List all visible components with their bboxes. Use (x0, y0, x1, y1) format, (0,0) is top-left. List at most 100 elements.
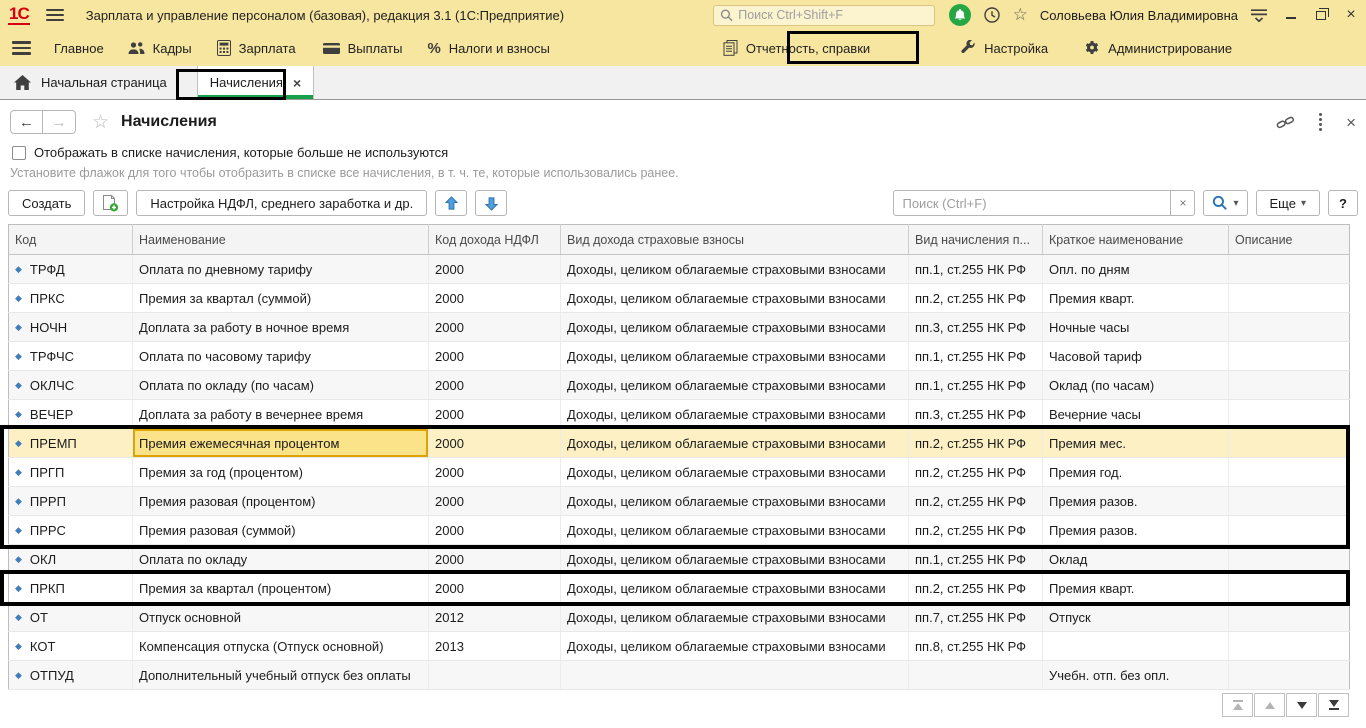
cell-ndfl-code[interactable]: 2000 (429, 342, 561, 371)
cell-ndfl-code[interactable]: 2000 (429, 487, 561, 516)
cell-description[interactable] (1229, 429, 1350, 458)
table-row[interactable]: ◆ОТПУД Дополнительный учебный отпуск без… (9, 661, 1350, 690)
menu-item-main[interactable]: Главное (54, 41, 104, 56)
cell-accrual-kind[interactable]: пп.2, ст.255 НК РФ (909, 429, 1043, 458)
table-row[interactable]: ◆ПРРП Премия разовая (процентом) 2000 До… (9, 487, 1350, 516)
cell-accrual-kind[interactable]: пп.2, ст.255 НК РФ (909, 574, 1043, 603)
history-button[interactable] (983, 6, 1001, 24)
cell-accrual-kind[interactable]: пп.3, ст.255 НК РФ (909, 313, 1043, 342)
table-row[interactable]: ◆ПРКП Премия за квартал (процентом) 2000… (9, 574, 1350, 603)
menu-item-reports[interactable]: Отчетность, справки (723, 40, 870, 56)
form-more-icon[interactable] (1317, 111, 1324, 133)
cell-insurance-income[interactable]: Доходы, целиком облагаемые страховыми вз… (561, 574, 909, 603)
window-close-button[interactable]: × (1344, 7, 1358, 23)
global-search[interactable] (713, 5, 935, 26)
cell-accrual-kind[interactable]: пп.2, ст.255 НК РФ (909, 516, 1043, 545)
cell-ndfl-code[interactable]: 2000 (429, 429, 561, 458)
cell-ndfl-code[interactable]: 2000 (429, 545, 561, 574)
cell-ndfl-code[interactable]: 2000 (429, 371, 561, 400)
cell-description[interactable] (1229, 284, 1350, 313)
cell-description[interactable] (1229, 661, 1350, 690)
nav-back-button[interactable]: ← (10, 110, 43, 134)
cell-short-name[interactable]: Премия кварт. (1043, 574, 1229, 603)
notifications-button[interactable] (949, 4, 971, 26)
table-row[interactable]: ◆ОКЛЧС Оплата по окладу (по часам) 2000 … (9, 371, 1350, 400)
cell-description[interactable] (1229, 313, 1350, 342)
cell-short-name[interactable]: Опл. по дням (1043, 255, 1229, 284)
cell-short-name[interactable]: Премия мес. (1043, 429, 1229, 458)
cell-short-name[interactable]: Премия кварт. (1043, 284, 1229, 313)
cell-name[interactable]: Премия ежемесячная процентом (133, 429, 429, 458)
column-header-description[interactable]: Описание (1229, 225, 1350, 255)
table-row[interactable]: ◆ПРГП Премия за год (процентом) 2000 Дох… (9, 458, 1350, 487)
cell-accrual-kind[interactable]: пп.2, ст.255 НК РФ (909, 458, 1043, 487)
cell-description[interactable] (1229, 255, 1350, 284)
table-row[interactable]: ◆ОТ Отпуск основной 2012 Доходы, целиком… (9, 603, 1350, 632)
cell-short-name[interactable]: Отпуск (1043, 603, 1229, 632)
column-header-ndfl[interactable]: Код дохода НДФЛ (429, 225, 561, 255)
scroll-up-button[interactable] (1254, 693, 1285, 717)
search-clear-button[interactable]: × (1171, 190, 1195, 216)
cell-accrual-kind[interactable]: пп.1, ст.255 НК РФ (909, 545, 1043, 574)
cell-insurance-income[interactable]: Доходы, целиком облагаемые страховыми вз… (561, 603, 909, 632)
cell-name[interactable]: Премия за квартал (суммой) (133, 284, 429, 313)
cell-description[interactable] (1229, 516, 1350, 545)
cell-ndfl-code[interactable]: 2000 (429, 574, 561, 603)
cell-accrual-kind[interactable]: пп.7, ст.255 НК РФ (909, 603, 1043, 632)
cell-short-name[interactable] (1043, 632, 1229, 661)
sections-panel-icon[interactable] (12, 41, 31, 55)
ndfl-settings-button[interactable]: Настройка НДФЛ, среднего заработка и др. (136, 190, 427, 216)
global-search-input[interactable] (738, 8, 927, 22)
cell-short-name[interactable]: Оклад (по часам) (1043, 371, 1229, 400)
table-row[interactable]: ◆КОТ Компенсация отпуска (Отпуск основно… (9, 632, 1350, 661)
scroll-to-bottom-button[interactable] (1318, 693, 1349, 717)
cell-insurance-income[interactable]: Доходы, целиком облагаемые страховыми вз… (561, 545, 909, 574)
tab-home[interactable]: Начальная страница (0, 66, 181, 99)
column-header-name[interactable]: Наименование (133, 225, 429, 255)
cell-accrual-kind[interactable]: пп.8, ст.255 НК РФ (909, 632, 1043, 661)
table-row[interactable]: ◆ВЕЧЕР Доплата за работу в вечернее врем… (9, 400, 1350, 429)
column-header-kind[interactable]: Вид начисления п... (909, 225, 1043, 255)
cell-name[interactable]: Оплата по окладу (133, 545, 429, 574)
cell-name[interactable]: Премия за год (процентом) (133, 458, 429, 487)
menu-item-taxes[interactable]: % Налоги и взносы (427, 40, 549, 57)
cell-description[interactable] (1229, 487, 1350, 516)
cell-name[interactable]: Доплата за работу в вечернее время (133, 400, 429, 429)
cell-short-name[interactable]: Вечерние часы (1043, 400, 1229, 429)
cell-name[interactable]: Оплата по часовому тарифу (133, 342, 429, 371)
window-minimize-button[interactable] (1284, 7, 1298, 23)
service-menu-button[interactable] (1250, 8, 1268, 23)
table-row[interactable]: ◆ПРКС Премия за квартал (суммой) 2000 До… (9, 284, 1350, 313)
cell-name[interactable]: Премия разовая (суммой) (133, 516, 429, 545)
move-up-button[interactable] (435, 190, 467, 216)
table-row[interactable]: ◆ПРЕМП Премия ежемесячная процентом 2000… (9, 429, 1350, 458)
cell-accrual-kind[interactable]: пп.1, ст.255 НК РФ (909, 255, 1043, 284)
cell-ndfl-code[interactable]: 2000 (429, 458, 561, 487)
cell-name[interactable]: Премия разовая (процентом) (133, 487, 429, 516)
cell-accrual-kind[interactable]: пп.1, ст.255 НК РФ (909, 342, 1043, 371)
menu-item-payments[interactable]: Выплаты (323, 41, 403, 56)
cell-description[interactable] (1229, 545, 1350, 574)
cell-name[interactable]: Отпуск основной (133, 603, 429, 632)
form-close-icon[interactable]: × (1346, 114, 1356, 131)
cell-ndfl-code[interactable]: 2000 (429, 400, 561, 429)
main-menu-icon[interactable] (46, 9, 64, 21)
menu-item-hr[interactable]: Кадры (128, 41, 192, 56)
cell-accrual-kind[interactable]: пп.1, ст.255 НК РФ (909, 371, 1043, 400)
cell-accrual-kind[interactable] (909, 661, 1043, 690)
scroll-down-button[interactable] (1286, 693, 1317, 717)
table-row[interactable]: ◆ТРФЧС Оплата по часовому тарифу 2000 До… (9, 342, 1350, 371)
copy-button[interactable] (93, 190, 128, 216)
cell-insurance-income[interactable]: Доходы, целиком облагаемые страховыми вз… (561, 342, 909, 371)
cell-description[interactable] (1229, 400, 1350, 429)
cell-ndfl-code[interactable]: 2000 (429, 313, 561, 342)
cell-accrual-kind[interactable]: пп.2, ст.255 НК РФ (909, 487, 1043, 516)
cell-name[interactable]: Компенсация отпуска (Отпуск основной) (133, 632, 429, 661)
cell-insurance-income[interactable]: Доходы, целиком облагаемые страховыми вз… (561, 632, 909, 661)
create-button[interactable]: Создать (8, 190, 85, 216)
table-row[interactable]: ◆ПРРС Премия разовая (суммой) 2000 Доход… (9, 516, 1350, 545)
cell-short-name[interactable]: Премия разов. (1043, 487, 1229, 516)
cell-ndfl-code[interactable]: 2013 (429, 632, 561, 661)
cell-insurance-income[interactable]: Доходы, целиком облагаемые страховыми вз… (561, 255, 909, 284)
cell-short-name[interactable]: Ночные часы (1043, 313, 1229, 342)
